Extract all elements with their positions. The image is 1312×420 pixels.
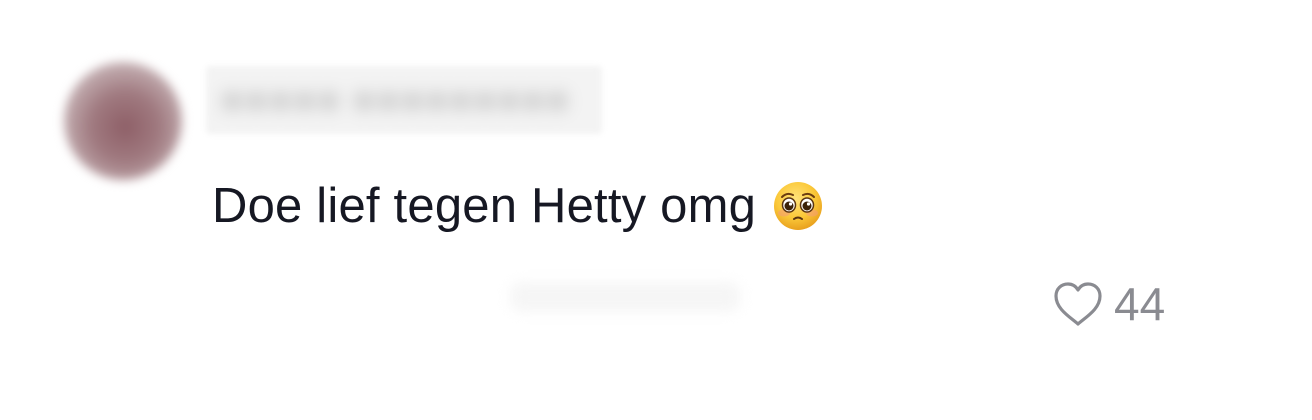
comment-text: Doe lief tegen Hetty omg (212, 179, 757, 233)
avatar[interactable] (64, 62, 182, 180)
pleading-face-icon (772, 180, 824, 232)
heart-icon[interactable] (1052, 280, 1104, 328)
like-count: 44 (1114, 278, 1166, 330)
comment-body: Doe lief tegen Hetty omg (212, 176, 824, 236)
blurred-area (510, 282, 740, 312)
username-blurred[interactable]: ■■■■■ ■■■■■■■■■ (206, 66, 602, 134)
comment-item: ■■■■■ ■■■■■■■■■ Doe lief tegen Hetty omg (0, 0, 1312, 420)
username-redacted: ■■■■■ ■■■■■■■■■ (220, 78, 570, 122)
like-button[interactable]: 44 (1052, 276, 1165, 332)
